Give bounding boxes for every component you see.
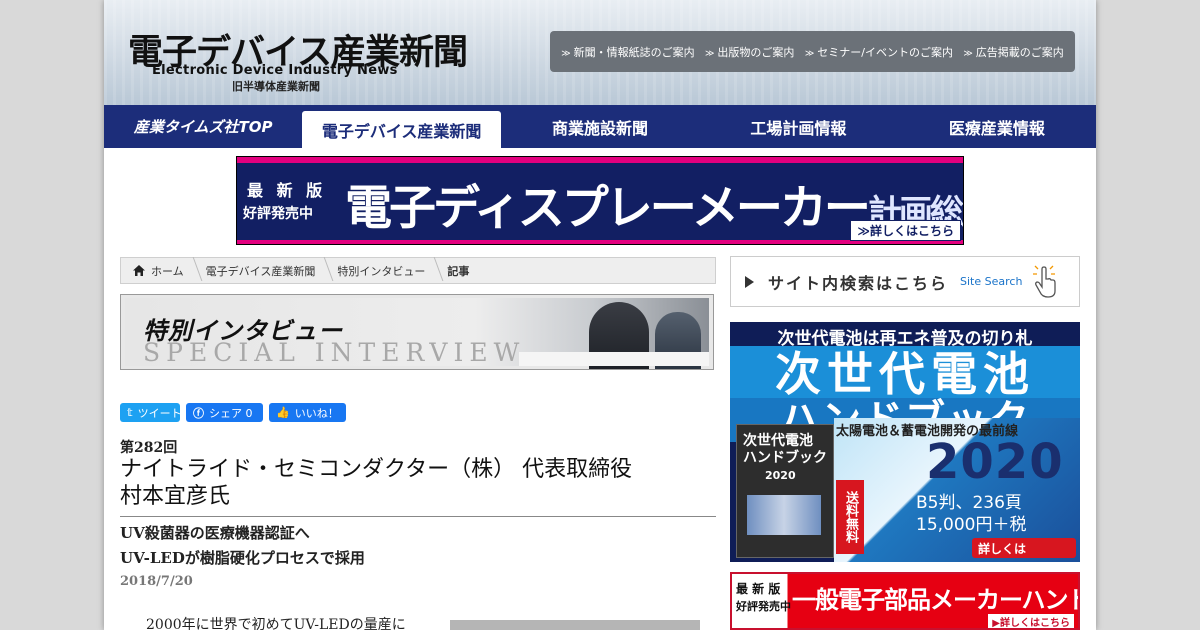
page: 電子デバイス産業新聞 Electronic Device Industry Ne…: [104, 0, 1096, 630]
facebook-share-button[interactable]: ⓕ シェア 0: [186, 403, 263, 422]
main-nav: 産業タイムズ社TOP 電子デバイス産業新聞 商業施設新聞 工場計画情報 医療産業…: [104, 105, 1096, 148]
site-logo-en: Electronic Device Industry News: [152, 63, 398, 78]
article-subtitle-line: UV殺菌器の医療機器認証へ: [120, 524, 310, 542]
ad-battery-top: 次世代電池は再エネ普及の切り札: [777, 329, 1033, 349]
display-maker-banner[interactable]: 最 新 版 好評発売中 電子ディスプレーメーカー計画総覧 ≫詳しくはこちら: [236, 156, 964, 245]
breadcrumb: ホーム 電子デバイス産業新聞 特別インタビュー 記事: [120, 257, 716, 284]
book-title: 次世代電池 ハンドブック: [743, 433, 827, 466]
electronic-parts-handbook-ad[interactable]: 最 新 版 好評発売中 一般電子部品メーカーハンドブック ▶詳しくはこちら: [730, 572, 1080, 630]
top-links: ≫ 新聞・情報紙誌のご案内 ≫ 出版物のご案内 ≫ セミナー/イベントのご案内 ≫ 広告…: [550, 31, 1075, 72]
ad-battery-book-cover: 次世代電池 ハンドブック 2020: [736, 424, 834, 558]
article-body: 2000年に世界で初めてUV-LEDの量産に: [146, 617, 406, 630]
special-interview-image: 特別インタビュー SPECIAL INTERVIEW: [125, 298, 709, 369]
tab-commercial-facilities[interactable]: 商業施設新聞: [501, 105, 699, 148]
ad-battery-price: 15,000円＋税: [916, 515, 1027, 535]
special-interview-header: 特別インタビュー SPECIAL INTERVIEW: [120, 294, 714, 370]
tab-sangyo-times-top[interactable]: 産業タイムズ社TOP: [104, 105, 302, 148]
double-chevron-icon: ≫: [561, 48, 571, 59]
tab-medical-industry[interactable]: 医療産業情報: [898, 105, 1096, 148]
battery-handbook-ad[interactable]: 次世代電池 次世代電池は再エネ普及の切り札 ハンドブック 次世代電池ハンドブック…: [730, 322, 1080, 562]
top-link-advertising[interactable]: ≫ 広告掲載のご案内: [963, 44, 1063, 60]
site-search-en: Site Search: [960, 275, 1023, 288]
interview-table-figure: [519, 352, 709, 366]
ad-battery-year: 2020: [926, 434, 1064, 490]
special-interview-en: SPECIAL INTERVIEW: [143, 338, 526, 367]
social-buttons: 𝕥 ツイート ⓕ シェア 0 👍 いいね！: [120, 403, 346, 422]
site-logo-sub: 旧半導体産業新聞: [232, 80, 320, 93]
article-subtitle: UV殺菌器の医療機器認証へ UV-LEDが樹脂硬化プロセスで採用: [120, 521, 365, 571]
breadcrumb-special-interview[interactable]: 特別インタビュー: [325, 263, 435, 279]
top-link-publications[interactable]: ≫ 出版物のご案内: [705, 44, 794, 60]
breadcrumb-electronic-device[interactable]: 電子デバイス産業新聞: [194, 263, 326, 279]
banner-stripe: [237, 157, 963, 163]
ad-parts-on-sale: 好評発売中: [736, 600, 791, 613]
tab-electronic-device[interactable]: 電子デバイス産業新聞: [302, 111, 501, 148]
top-link-newspapers[interactable]: ≫ 新聞・情報紙誌のご案内: [561, 44, 694, 60]
site-header: 電子デバイス産業新聞 Electronic Device Industry Ne…: [104, 0, 1096, 105]
ad-parts-latest: 最 新 版: [736, 582, 781, 596]
breadcrumb-home[interactable]: ホーム: [121, 263, 194, 279]
triangle-right-icon: [745, 275, 754, 288]
article-title: ナイトライド・セミコンダクター（株） 代表取締役 村本宜彦氏: [120, 456, 716, 517]
article-number: 第282回: [120, 440, 178, 456]
pointer-hand-icon: [1033, 265, 1057, 298]
breadcrumb-current: 記事: [447, 264, 470, 278]
article-date: 2018/7/20: [120, 574, 193, 589]
article-title-line: 村本宜彦氏: [120, 484, 231, 509]
article-photo: [450, 620, 700, 630]
ad-parts-title: 一般電子部品メーカーハンドブック: [792, 586, 1078, 614]
home-icon: [133, 265, 145, 276]
double-chevron-icon: ≫: [804, 48, 815, 59]
tab-factory-plans[interactable]: 工場計画情報: [699, 105, 897, 148]
top-link-seminars[interactable]: ≫ セミナー/イベントのご案内: [805, 44, 953, 60]
ad-battery-free-shipping: 送料無料: [836, 480, 864, 554]
article-subtitle-line: UV-LEDが樹脂硬化プロセスで採用: [120, 549, 365, 567]
battery-illustration: [747, 495, 821, 535]
twitter-icon: 𝕥: [127, 406, 133, 419]
banner-latest-label: 最 新 版: [247, 181, 327, 200]
article-title-line: ナイトライド・セミコンダクター（株） 代表取締役: [120, 457, 633, 482]
site-search-label: サイト内検索はこちら: [768, 273, 949, 293]
banner-on-sale-label: 好評発売中: [243, 206, 313, 222]
site-search-button[interactable]: サイト内検索はこちら Site Search: [730, 256, 1080, 307]
book-year: 2020: [765, 469, 796, 482]
double-chevron-icon: ≫: [705, 48, 715, 59]
double-chevron-icon: ≫: [963, 48, 973, 59]
ad-battery-more-button[interactable]: 詳しくは: [972, 538, 1076, 558]
facebook-like-button[interactable]: 👍 いいね！: [269, 403, 346, 422]
banner-more-button[interactable]: ≫詳しくはこちら: [850, 220, 961, 241]
thumbs-up-icon: 👍: [276, 406, 290, 419]
tweet-button[interactable]: 𝕥 ツイート: [120, 403, 182, 422]
facebook-icon: ⓕ: [193, 406, 204, 420]
ad-parts-more-button[interactable]: ▶詳しくはこちら: [988, 614, 1074, 628]
